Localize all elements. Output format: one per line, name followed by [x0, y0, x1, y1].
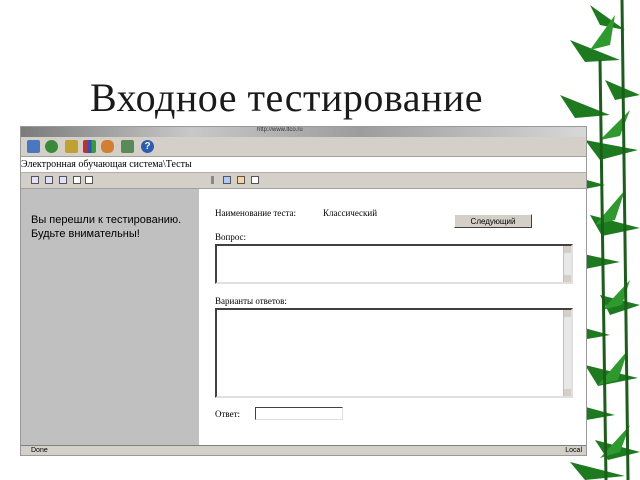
- instruction-line-2: Будьте внимательны!: [31, 228, 140, 240]
- embedded-browser-screenshot: http://www.ltco.ru ? Электронная обучающ…: [20, 126, 587, 456]
- home-icon[interactable]: [65, 140, 78, 153]
- instruction-line-1: Вы перешли к тестированию.: [31, 214, 182, 226]
- variants-label: Варианты ответов:: [215, 296, 287, 306]
- right-toolbar: [199, 173, 586, 189]
- variants-scrollbar[interactable]: [563, 310, 571, 396]
- slide-title: Входное тестирование: [90, 75, 484, 120]
- pointer-icon[interactable]: [27, 140, 40, 153]
- variants-textarea[interactable]: [215, 308, 573, 398]
- edit-icon[interactable]: [223, 176, 231, 184]
- help-icon[interactable]: ?: [141, 140, 154, 153]
- next-button[interactable]: Следующий: [454, 214, 532, 228]
- breadcrumb: Электронная обучающая система\Тесты: [21, 157, 586, 173]
- app-toolbar: ?: [21, 137, 586, 157]
- address-strip: http://www.ltco.ru: [21, 127, 586, 137]
- scroll-down-arrow-icon[interactable]: [564, 389, 571, 396]
- books-icon[interactable]: [83, 140, 96, 153]
- nav-icon-3[interactable]: [59, 176, 67, 184]
- test-name-value: Классический: [323, 208, 378, 218]
- status-zone: Local: [565, 447, 582, 454]
- answer-label: Ответ:: [215, 409, 241, 419]
- left-toolbar: [21, 173, 199, 189]
- left-panel: Вы перешли к тестированию. Будьте внимат…: [21, 173, 199, 455]
- nav-icon-5[interactable]: [85, 176, 93, 184]
- scroll-up-arrow-icon[interactable]: [564, 246, 571, 253]
- status-text: Done: [31, 447, 48, 454]
- divider-icon: [211, 176, 214, 184]
- nav-icon-4[interactable]: [73, 176, 81, 184]
- question-textarea[interactable]: [215, 244, 573, 284]
- tools-small-icon[interactable]: [237, 176, 245, 184]
- scroll-down-arrow-icon[interactable]: [564, 275, 571, 282]
- users-icon[interactable]: [101, 140, 114, 153]
- question-scrollbar[interactable]: [563, 246, 571, 282]
- test-panel: Наименование теста: Классический Следующ…: [199, 173, 586, 455]
- question-label: Вопрос:: [215, 232, 247, 242]
- back-icon[interactable]: [251, 176, 259, 184]
- answer-input[interactable]: [255, 407, 343, 420]
- tools-icon[interactable]: [121, 140, 134, 153]
- scroll-up-arrow-icon[interactable]: [564, 310, 571, 317]
- address-text: http://www.ltco.ru: [257, 127, 303, 133]
- globe-icon[interactable]: [45, 140, 58, 153]
- nav-icon-2[interactable]: [45, 176, 53, 184]
- instruction-message: Вы перешли к тестированию. Будьте внимат…: [31, 213, 197, 241]
- nav-icon-1[interactable]: [31, 176, 39, 184]
- test-name-label: Наименование теста:: [215, 208, 297, 218]
- status-bar: Done Local: [21, 445, 586, 455]
